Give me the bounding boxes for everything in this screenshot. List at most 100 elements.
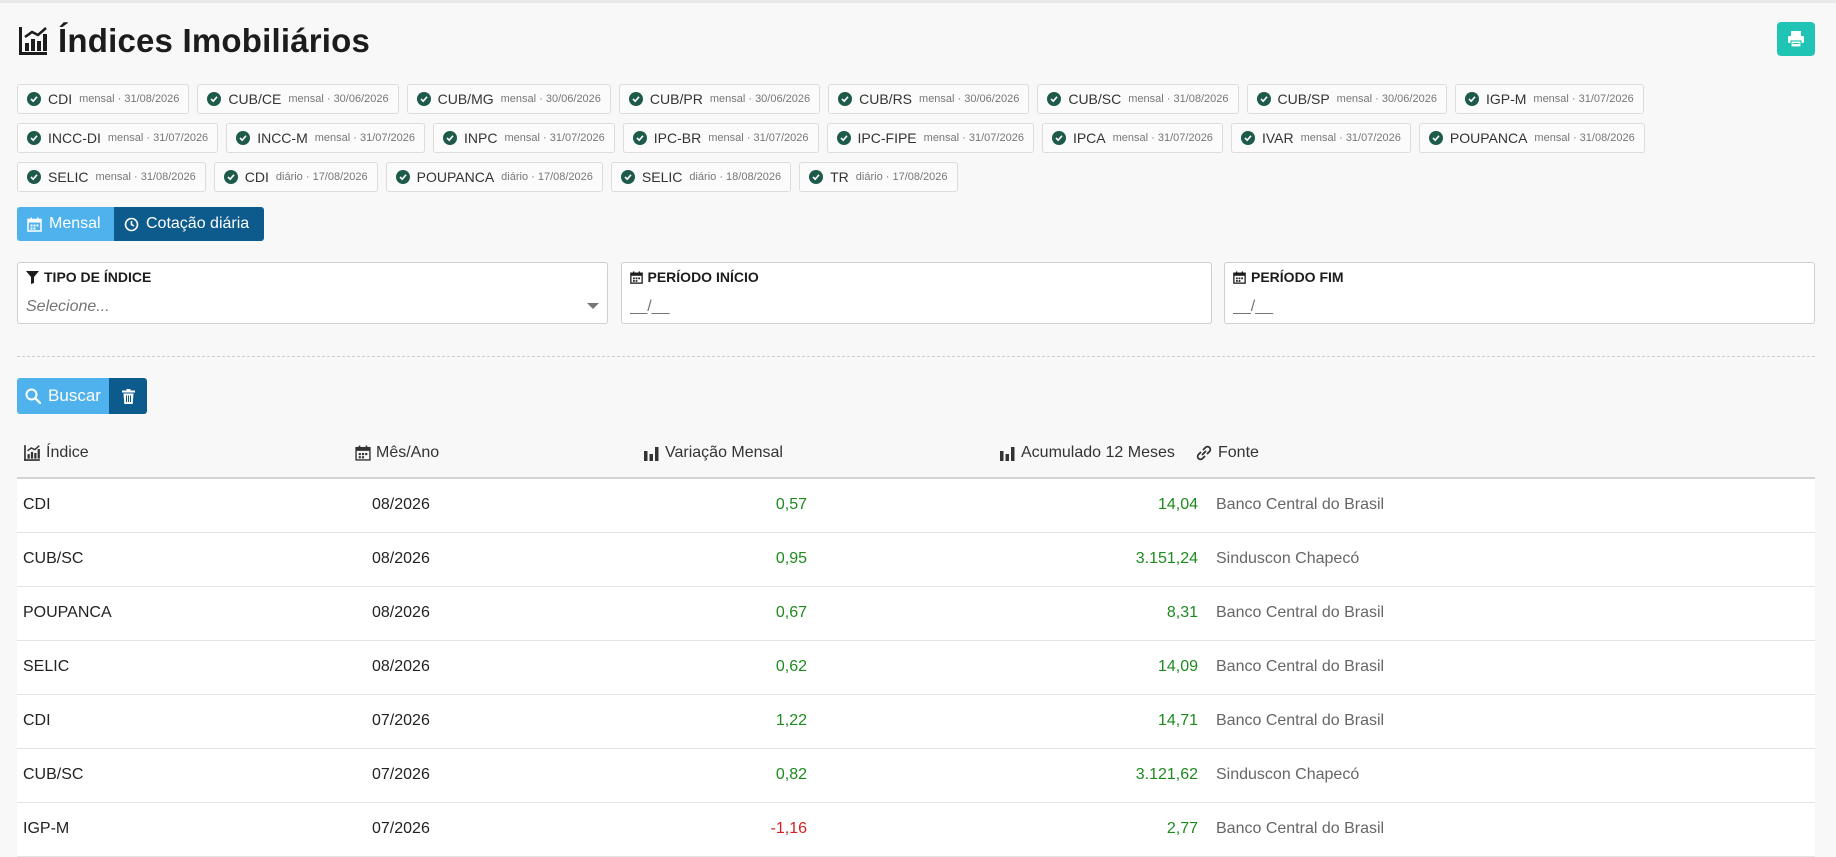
chart-line-icon [19,27,47,55]
chip-meta: mensal · 30/06/2026 [288,93,389,105]
index-chip[interactable]: CUB/SP mensal · 30/06/2026 [1246,84,1447,114]
index-chip[interactable]: SELIC diário · 18/08/2026 [610,162,792,192]
index-chip[interactable]: TR diário · 17/08/2026 [799,162,958,192]
index-chip[interactable]: CUB/RS mensal · 30/06/2026 [828,84,1030,114]
indices-table: Índice Mês/Ano Variação Mensal Acumulado… [17,436,1815,857]
index-chip[interactable]: INPC mensal · 31/07/2026 [433,123,615,153]
index-chip[interactable]: CDI diário · 17/08/2026 [213,162,378,192]
index-chip[interactable]: POUPANCA diário · 17/08/2026 [385,162,603,192]
table-row[interactable]: POUPANCA 08/2026 0,67 8,31 Banco Central do … [17,587,1815,641]
periodo-inicio-input[interactable] [629,295,1190,319]
table-row[interactable]: CDI 07/2026 1,22 14,71 Banco Central do Bras… [17,695,1815,749]
clear-button[interactable] [109,378,147,414]
cell-fonte: Banco Central do Brasil [1216,712,1385,729]
index-chip[interactable]: IPCA mensal · 31/07/2026 [1041,123,1223,153]
cell-indice: POUPANCA [23,604,112,621]
table-row[interactable]: SELIC 08/2026 0,62 14,09 Banco Central do Br… [17,641,1815,695]
chip-name: CUB/SC [1068,91,1122,107]
table-header: Índice Mês/Ano Variação Mensal Acumulado… [17,436,1815,479]
check-circle-icon [1047,92,1062,106]
chip-meta: mensal · 31/07/2026 [708,132,809,144]
chip-name: POUPANCA [416,169,495,185]
cell-indice: CDI [23,496,51,513]
tab-cotacao-diaria[interactable]: Cotação diária [114,207,264,241]
chart-line-icon [24,445,40,461]
cell-mes-ano: 07/2026 [372,712,430,729]
check-circle-icon [223,170,238,184]
chip-meta: mensal · 31/08/2026 [95,171,196,183]
calendar-icon [629,270,643,284]
periodo-fim-input[interactable] [1233,295,1793,319]
chip-row: CDI mensal · 31/08/2026 CUB/CE mensal · 30/… [17,84,1815,116]
table-row[interactable]: CDI 08/2026 0,57 14,04 Banco Central do Bras… [17,479,1815,533]
table-row[interactable]: IGP-M 07/2026 -1,16 2,77 Banco Central do Br… [17,803,1815,857]
index-chip[interactable]: POUPANCA mensal · 31/08/2026 [1418,123,1645,153]
check-circle-icon [236,131,251,145]
print-button[interactable] [1777,22,1815,56]
chip-name: IPC-FIPE [857,130,917,146]
index-chip[interactable]: CDI mensal · 31/08/2026 [17,84,190,114]
cell-mes-ano: 07/2026 [372,766,430,783]
table-row[interactable]: CUB/SC 07/2026 0,82 3.121,62 Sinduscon Chape… [17,749,1815,803]
cell-fonte: Banco Central do Brasil [1216,604,1385,621]
index-chip[interactable]: INCC-M mensal · 31/07/2026 [226,123,426,153]
table-body: CDI 08/2026 0,57 14,04 Banco Central do Bras… [17,479,1815,857]
index-chip[interactable]: IPC-BR mensal · 31/07/2026 [622,123,819,153]
check-circle-icon [1051,131,1066,145]
chip-meta: mensal · 31/07/2026 [107,132,209,144]
column-header-fonte-label: Fonte [1218,444,1259,461]
chip-meta: mensal · 30/06/2026 [709,93,811,105]
cell-mes-ano: 08/2026 [372,496,430,513]
column-header-fonte[interactable]: Fonte [1195,444,1259,462]
check-circle-icon [416,92,431,106]
chip-meta: mensal · 30/06/2026 [1336,93,1437,105]
column-header-acumulado[interactable]: Acumulado 12 Meses [999,444,1175,462]
index-chip[interactable]: CUB/PR mensal · 30/06/2026 [618,84,821,114]
index-chip[interactable]: SELIC mensal · 31/08/2026 [17,162,206,192]
tab-mensal[interactable]: Mensal [17,207,114,241]
check-circle-icon [443,131,458,145]
check-circle-icon [1428,131,1443,145]
tab-mensal-label: Mensal [49,215,101,232]
cell-indice: SELIC [23,658,70,675]
tipo-indice-select[interactable] [26,295,586,319]
cell-variacao: 0,62 [775,658,807,675]
index-chip[interactable]: INCC-DI mensal · 31/07/2026 [17,123,219,153]
check-circle-icon [838,92,853,106]
check-circle-icon [395,170,410,184]
cell-acumulado: 14,71 [1157,712,1198,729]
chip-name: CUB/SP [1277,91,1330,107]
calendar-icon [27,217,42,232]
index-chip[interactable]: IVAR mensal · 31/07/2026 [1230,123,1411,153]
bar-chart-icon [1000,446,1015,461]
chip-row: INCC-DI mensal · 31/07/2026 INCC-M mensal ·… [17,123,1815,155]
calendar-icon [355,445,371,461]
column-header-mes-ano[interactable]: Mês/Ano [355,444,439,462]
filter-tipo-label-wrap: TIPO DE ÍNDICE [26,269,151,285]
index-chip[interactable]: IPC-FIPE mensal · 31/07/2026 [826,123,1034,153]
chip-name: INCC-DI [48,130,101,146]
chip-name: CUB/RS [859,91,913,107]
column-header-variacao[interactable]: Variação Mensal [643,444,783,462]
column-header-indice[interactable]: Índice [23,444,89,462]
cell-indice: CDI [23,712,51,729]
chip-name: IVAR [1261,130,1294,146]
check-circle-icon [207,92,222,106]
cell-variacao: 0,67 [775,604,807,621]
index-chip[interactable]: CUB/CE mensal · 30/06/2026 [197,84,399,114]
table-row[interactable]: CUB/SC 08/2026 0,95 3.151,24 Sinduscon Chape… [17,533,1815,587]
index-chip[interactable]: CUB/MG mensal · 30/06/2026 [406,84,611,114]
search-actions: Buscar [17,378,147,414]
index-chip[interactable]: CUB/SC mensal · 31/08/2026 [1037,84,1239,114]
check-circle-icon [27,92,41,106]
filter-tipo-indice: TIPO DE ÍNDICE [17,262,608,324]
chip-name: TR [830,169,849,185]
cell-fonte: Sinduscon Chapecó [1216,766,1360,783]
column-header-variacao-label: Variação Mensal [665,444,783,461]
filter-inicio-label-wrap: PERÍODO INÍCIO [629,269,759,285]
chevron-down-icon[interactable] [587,303,599,309]
title-wrap: Índices Imobiliários [17,22,1815,60]
index-chip[interactable]: IGP-M mensal · 31/07/2026 [1454,84,1644,114]
buscar-button[interactable]: Buscar [17,378,109,414]
cell-acumulado: 3.121,62 [1135,766,1198,783]
